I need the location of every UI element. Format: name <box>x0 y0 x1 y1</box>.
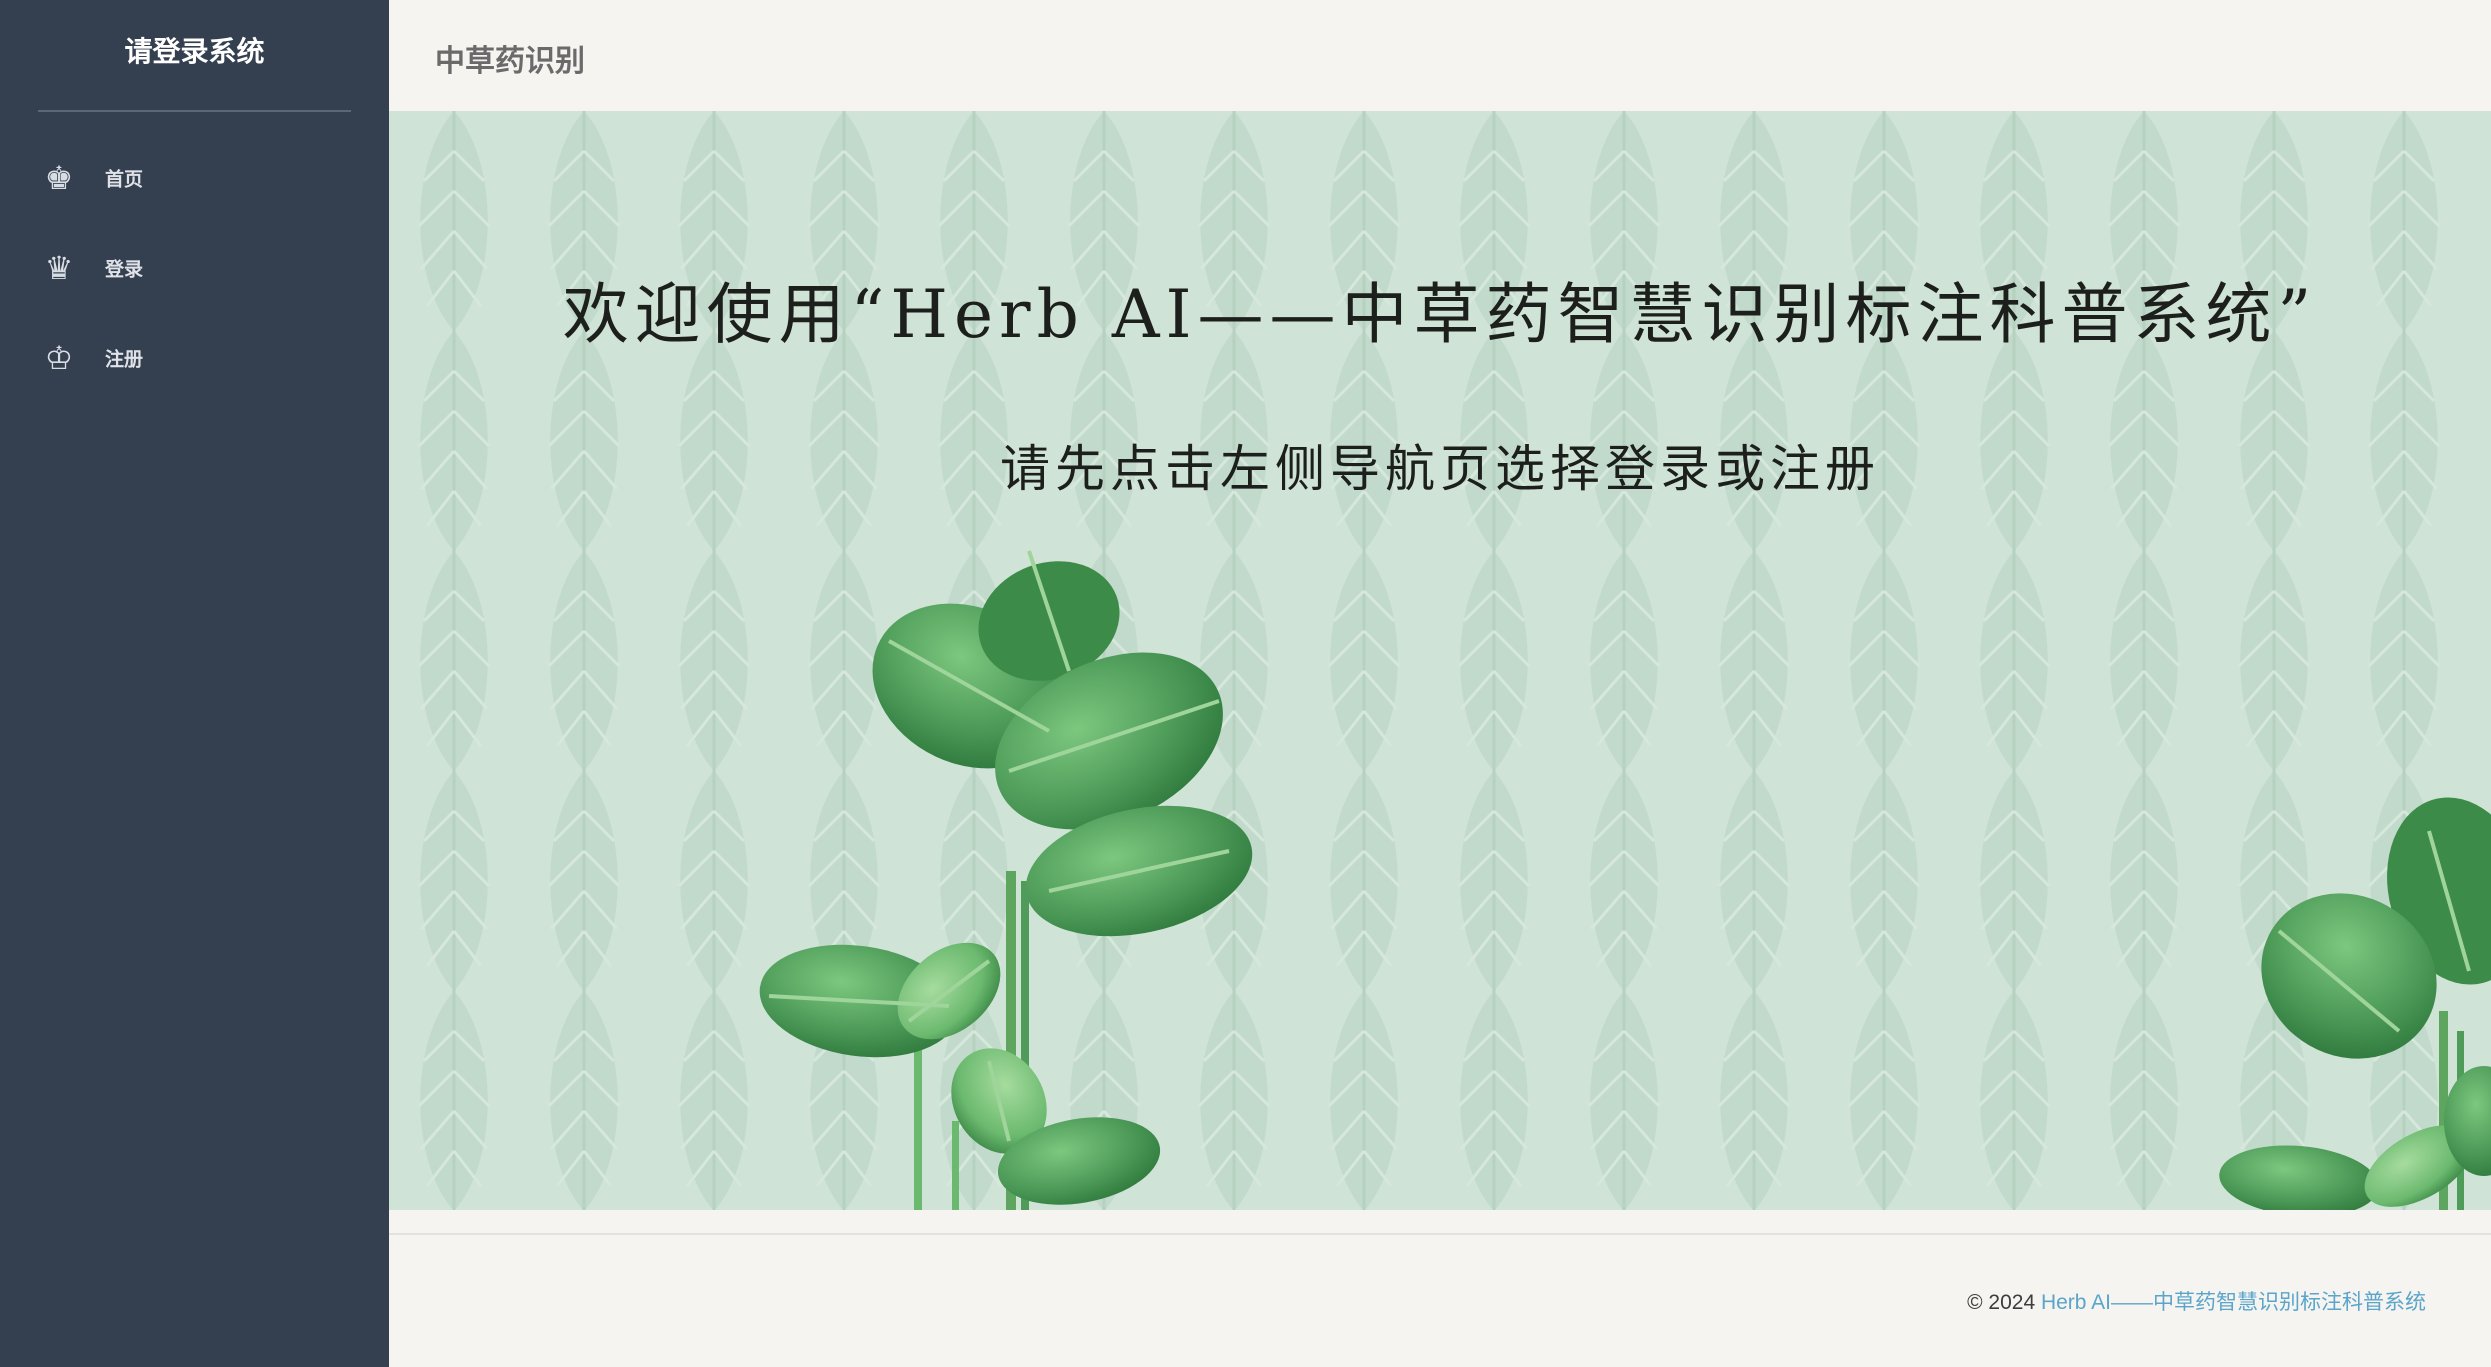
hero-banner: 欢迎使用“Herb AI——中草药智慧识别标注科普系统” 请先点击左侧导航页选择… <box>389 111 2491 1210</box>
sidebar-divider <box>38 110 351 112</box>
copyright-text: © 2024 <box>1967 1291 2041 1314</box>
sidebar-title: 请登录系统 <box>124 35 265 68</box>
crown-icon: ♛ <box>44 249 74 287</box>
footer-link[interactable]: Herb AI——中草药智慧识别标注科普系统 <box>2041 1291 2426 1314</box>
crown-icon: ♚ <box>44 159 74 197</box>
sidebar-item-label: 登录 <box>105 258 144 281</box>
sidebar-item-login[interactable]: ♛ 登录 <box>0 233 389 303</box>
footer: © 2024 Herb AI——中草药智慧识别标注科普系统 <box>1967 1286 2426 1316</box>
hero-subtitle: 请先点击左侧导航页选择登录或注册 <box>1000 440 1880 498</box>
sidebar-item-home[interactable]: ♚ 首页 <box>0 143 389 213</box>
header: 中草药识别 <box>389 0 2491 111</box>
sidebar-item-label: 首页 <box>105 168 144 191</box>
footer-divider <box>389 1233 2491 1235</box>
sidebar: 请登录系统 ♚ 首页 ♛ 登录 ♔ 注册 <box>0 0 389 1367</box>
hero-title: 欢迎使用“Herb AI——中草药智慧识别标注科普系统” <box>562 276 2318 353</box>
sidebar-item-register[interactable]: ♔ 注册 <box>0 323 389 393</box>
sidebar-item-label: 注册 <box>105 348 144 371</box>
crown-icon: ♔ <box>44 339 74 377</box>
page-title: 中草药识别 <box>435 44 585 79</box>
